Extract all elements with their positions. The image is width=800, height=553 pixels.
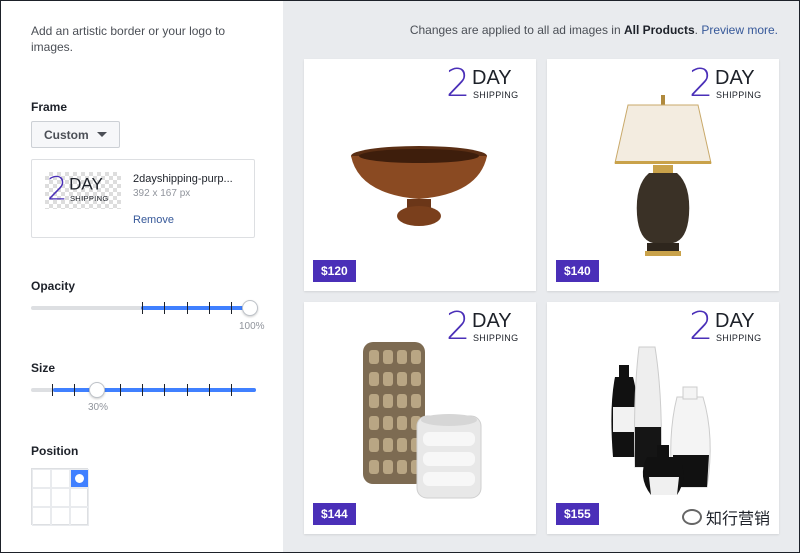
- frame-select-value: Custom: [44, 127, 89, 142]
- logo-file-card: 2 DAY SHIPPING 2dayshipping-purp... 392 …: [31, 159, 255, 238]
- size-value: 30%: [88, 402, 109, 413]
- size-tick: [209, 384, 210, 396]
- size-tick: [187, 384, 188, 396]
- watermark: 知行营销: [681, 505, 770, 529]
- logo-file-dimensions: 392 x 167 px: [133, 188, 191, 199]
- position-middle-left[interactable]: [32, 488, 51, 507]
- badge-day: DAY: [715, 67, 755, 89]
- notice-bold: All Products: [623, 23, 695, 37]
- position-bottom-center[interactable]: [51, 507, 70, 526]
- position-middle-right[interactable]: [70, 488, 89, 507]
- position-middle-center[interactable]: [51, 488, 70, 507]
- opacity-tick: [231, 302, 232, 314]
- ad-preview-card[interactable]: 2 DAY SHIPPING $140: [547, 59, 779, 291]
- badge-two: 2: [446, 61, 471, 105]
- opacity-tick: [187, 302, 188, 314]
- wooden-bowl-image: [351, 146, 487, 226]
- opacity-tick: [142, 302, 143, 314]
- position-bottom-right[interactable]: [70, 507, 89, 526]
- logo-thumbnail: 2 DAY SHIPPING: [45, 169, 121, 209]
- preview-area: Changes are applied to all ad images in …: [283, 0, 800, 553]
- intro-text: Add an artistic border or your logo to i…: [31, 24, 226, 54]
- preview-notice: Changes are applied to all ad images in …: [410, 23, 778, 37]
- caret-down-icon: [96, 132, 107, 137]
- remove-logo-link[interactable]: Remove: [133, 214, 174, 226]
- position-top-left[interactable]: [32, 469, 51, 488]
- price-tag: $155: [556, 503, 599, 525]
- frame-label: Frame: [31, 100, 68, 114]
- selected-dot-icon: [75, 474, 84, 483]
- badge-day: DAY: [472, 67, 512, 89]
- logo-two: 2: [47, 169, 68, 208]
- size-label: Size: [31, 361, 56, 375]
- size-tick: [74, 384, 75, 396]
- size-fill: [53, 388, 256, 392]
- watermark-text: 知行营销: [705, 511, 770, 528]
- metallic-vases-image: [363, 342, 482, 499]
- badge-day: DAY: [472, 310, 512, 332]
- ad-preview-card[interactable]: 2 DAY SHIPPING $120: [304, 59, 536, 291]
- size-tick: [142, 384, 143, 396]
- opacity-label: Opacity: [31, 279, 76, 293]
- size-knob[interactable]: [89, 382, 105, 398]
- ad-preview-card[interactable]: 2 DAY SHIPPING $144: [304, 302, 536, 534]
- price-tag: $144: [313, 503, 356, 525]
- opacity-knob[interactable]: [242, 300, 258, 316]
- badge-shipping: SHIPPING: [716, 90, 762, 100]
- position-top-right[interactable]: [70, 469, 89, 488]
- black-white-vases-image: [611, 346, 711, 495]
- position-bottom-left[interactable]: [32, 507, 51, 526]
- ad-preview-card[interactable]: 2 DAY SHIPPING $155: [547, 302, 779, 534]
- size-tick: [231, 384, 232, 396]
- two-day-shipping-badge: 2 DAY SHIPPING: [446, 62, 526, 104]
- size-slider[interactable]: [31, 380, 256, 400]
- badge-shipping: SHIPPING: [716, 333, 762, 343]
- opacity-tick: [164, 302, 165, 314]
- price-tag: $140: [556, 260, 599, 282]
- size-tick: [164, 384, 165, 396]
- size-tick: [52, 384, 53, 396]
- preview-more-link[interactable]: Preview more.: [701, 23, 778, 37]
- badge-shipping: SHIPPING: [473, 90, 519, 100]
- table-lamp-image: [614, 95, 712, 256]
- opacity-fill: [141, 306, 251, 310]
- position-top-center[interactable]: [51, 469, 70, 488]
- wechat-icon: [681, 509, 702, 525]
- opacity-tick: [209, 302, 210, 314]
- size-tick: [120, 384, 121, 396]
- settings-panel: Add an artistic border or your logo to i…: [0, 0, 283, 553]
- notice-prefix: Changes are applied to all ad images in: [409, 23, 624, 37]
- logo-file-name: 2dayshipping-purp...: [133, 173, 233, 185]
- opacity-value: 100%: [239, 321, 265, 332]
- logo-day: DAY: [69, 174, 103, 194]
- opacity-slider[interactable]: [31, 298, 258, 318]
- frame-select[interactable]: Custom: [31, 121, 120, 148]
- badge-day: DAY: [715, 310, 755, 332]
- logo-shipping: SHIPPING: [69, 194, 109, 203]
- price-tag: $120: [313, 260, 356, 282]
- two-day-shipping-logo: 2 DAY SHIPPING: [47, 169, 115, 208]
- position-label: Position: [31, 444, 79, 458]
- position-grid: [31, 468, 89, 526]
